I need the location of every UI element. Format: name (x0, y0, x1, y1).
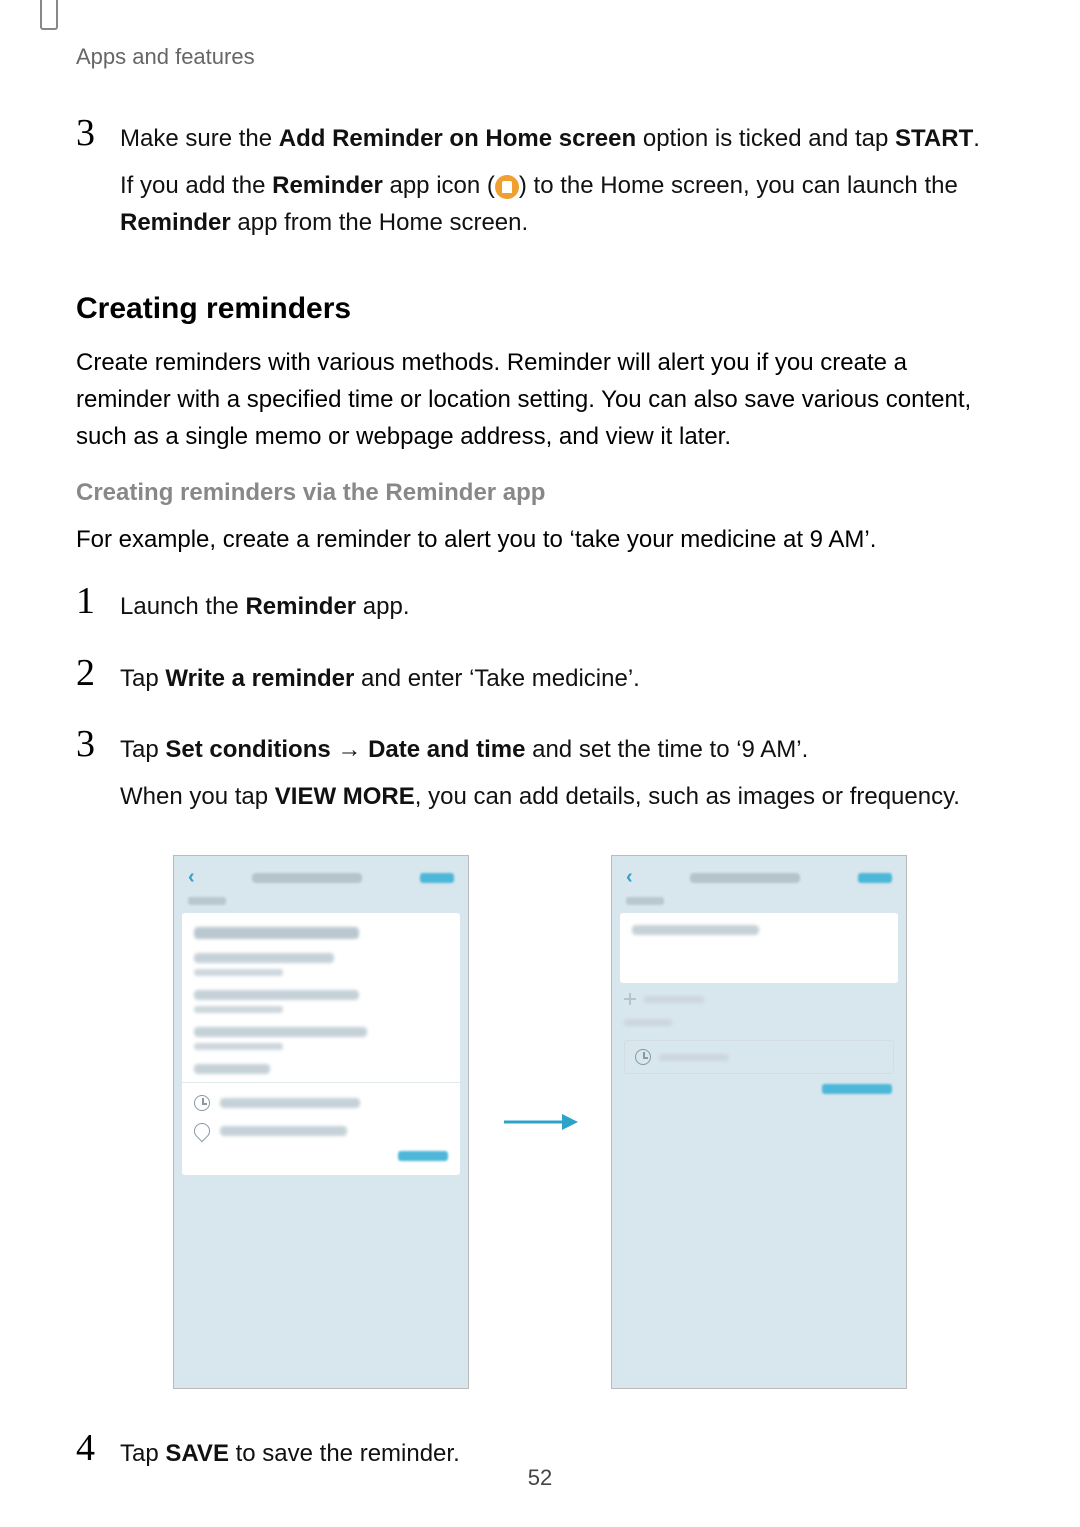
phone-header: ‹ (612, 856, 906, 895)
text: If you add the (120, 172, 272, 199)
location-pin-icon (191, 1120, 214, 1143)
bold-text: Reminder (120, 209, 231, 236)
text: Launch the (120, 593, 245, 620)
paragraph: Create reminders with various methods. R… (76, 344, 1004, 456)
datetime-box (624, 1040, 894, 1074)
step-body: Launch the Reminder app. (120, 588, 410, 635)
text: Tap (120, 1440, 165, 1467)
arrow-text: → (331, 736, 368, 763)
placeholder-line (644, 996, 704, 1003)
step-number: 4 (76, 1429, 120, 1467)
placeholder-line (194, 953, 334, 963)
step-body: Tap Write a reminder and enter ‘Take med… (120, 660, 640, 707)
reminder-app-icon (495, 175, 519, 199)
add-attachment-row (624, 993, 894, 1005)
back-icon: ‹ (188, 866, 195, 889)
text: Make sure the (120, 125, 279, 152)
text: option is ticked and tap (636, 125, 895, 152)
placeholder-line (194, 1027, 367, 1037)
placeholder-line (194, 1043, 283, 1050)
bold-text: Add Reminder on Home screen (279, 125, 636, 152)
page-number: 52 (0, 1465, 1080, 1491)
clock-icon (635, 1049, 651, 1065)
text: When you tap (120, 783, 275, 810)
step-number: 3 (76, 114, 120, 152)
step-3a: 3 Make sure the Add Reminder on Home scr… (76, 114, 1004, 252)
bold-text: Write a reminder (165, 665, 354, 692)
page: Apps and features 3 Make sure the Add Re… (0, 0, 1080, 1527)
placeholder-line (220, 1126, 347, 1136)
bold-text: SAVE (165, 1440, 229, 1467)
text: and set the time to ‘9 AM’. (525, 736, 808, 763)
memo-card (620, 913, 898, 983)
step-body: Tap Set conditions → Date and time and s… (120, 731, 960, 825)
placeholder-line (220, 1098, 360, 1108)
text: app icon ( (383, 172, 495, 199)
sub-label-placeholder (188, 897, 226, 905)
sub-label-placeholder (626, 897, 664, 905)
bold-text: Date and time (368, 736, 525, 763)
step-number: 2 (76, 654, 120, 692)
bold-text: Reminder (272, 172, 383, 199)
cancel-label-placeholder (398, 1151, 448, 1161)
placeholder-line (194, 1064, 270, 1074)
conditions-card (182, 913, 460, 1175)
phone-header: ‹ (174, 856, 468, 895)
step-3: 3 Tap Set conditions → Date and time and… (76, 725, 1004, 825)
step-number: 3 (76, 725, 120, 763)
placeholder-line (194, 927, 359, 939)
placeholder-line (659, 1054, 729, 1061)
step-number: 1 (76, 582, 120, 620)
text: app from the Home screen. (231, 209, 528, 236)
text: to save the reminder. (229, 1440, 460, 1467)
page-tab-decoration (40, 0, 58, 30)
date-time-row (194, 1095, 448, 1111)
divider (182, 1082, 460, 1083)
text: app. (356, 593, 409, 620)
save-label-placeholder (420, 873, 454, 883)
figure-row: ‹ (76, 855, 1004, 1389)
bold-text: Set conditions (165, 736, 330, 763)
arrow-right-icon (500, 1110, 580, 1134)
subheading: Creating reminders via the Reminder app (76, 479, 1004, 507)
text: . (973, 125, 980, 152)
save-label-placeholder (858, 873, 892, 883)
plus-icon (624, 993, 636, 1005)
bold-text: VIEW MORE (275, 783, 415, 810)
text: and enter ‘Take medicine’. (354, 665, 640, 692)
bold-text: Reminder (245, 593, 356, 620)
content-area: 3 Make sure the Add Reminder on Home scr… (76, 114, 1004, 1482)
screenshot-left: ‹ (173, 855, 469, 1389)
text: Tap (120, 736, 165, 763)
bold-text: START (895, 125, 973, 152)
text: Tap (120, 665, 165, 692)
location-row (194, 1123, 448, 1139)
arrow-figure (495, 1110, 585, 1134)
heading-creating-reminders: Creating reminders (76, 292, 1004, 326)
step-body: Make sure the Add Reminder on Home scree… (120, 120, 1004, 252)
section-header: Apps and features (76, 44, 1012, 70)
view-more-label-placeholder (822, 1084, 892, 1094)
text: , you can add details, such as images or… (415, 783, 960, 810)
header-title-placeholder (690, 873, 800, 883)
screenshot-right: ‹ (611, 855, 907, 1389)
step-2: 2 Tap Write a reminder and enter ‘Take m… (76, 654, 1004, 707)
step-1: 1 Launch the Reminder app. (76, 582, 1004, 635)
attachment-area (624, 993, 894, 1094)
header-title-placeholder (252, 873, 362, 883)
placeholder-line (194, 969, 283, 976)
text: ) to the Home screen, you can launch the (519, 172, 958, 199)
placeholder-line (624, 1019, 672, 1026)
back-icon: ‹ (626, 866, 633, 889)
placeholder-line (194, 1006, 283, 1013)
placeholder-line (632, 925, 759, 935)
paragraph: For example, create a reminder to alert … (76, 521, 1004, 558)
clock-icon (194, 1095, 210, 1111)
placeholder-line (194, 990, 359, 1000)
